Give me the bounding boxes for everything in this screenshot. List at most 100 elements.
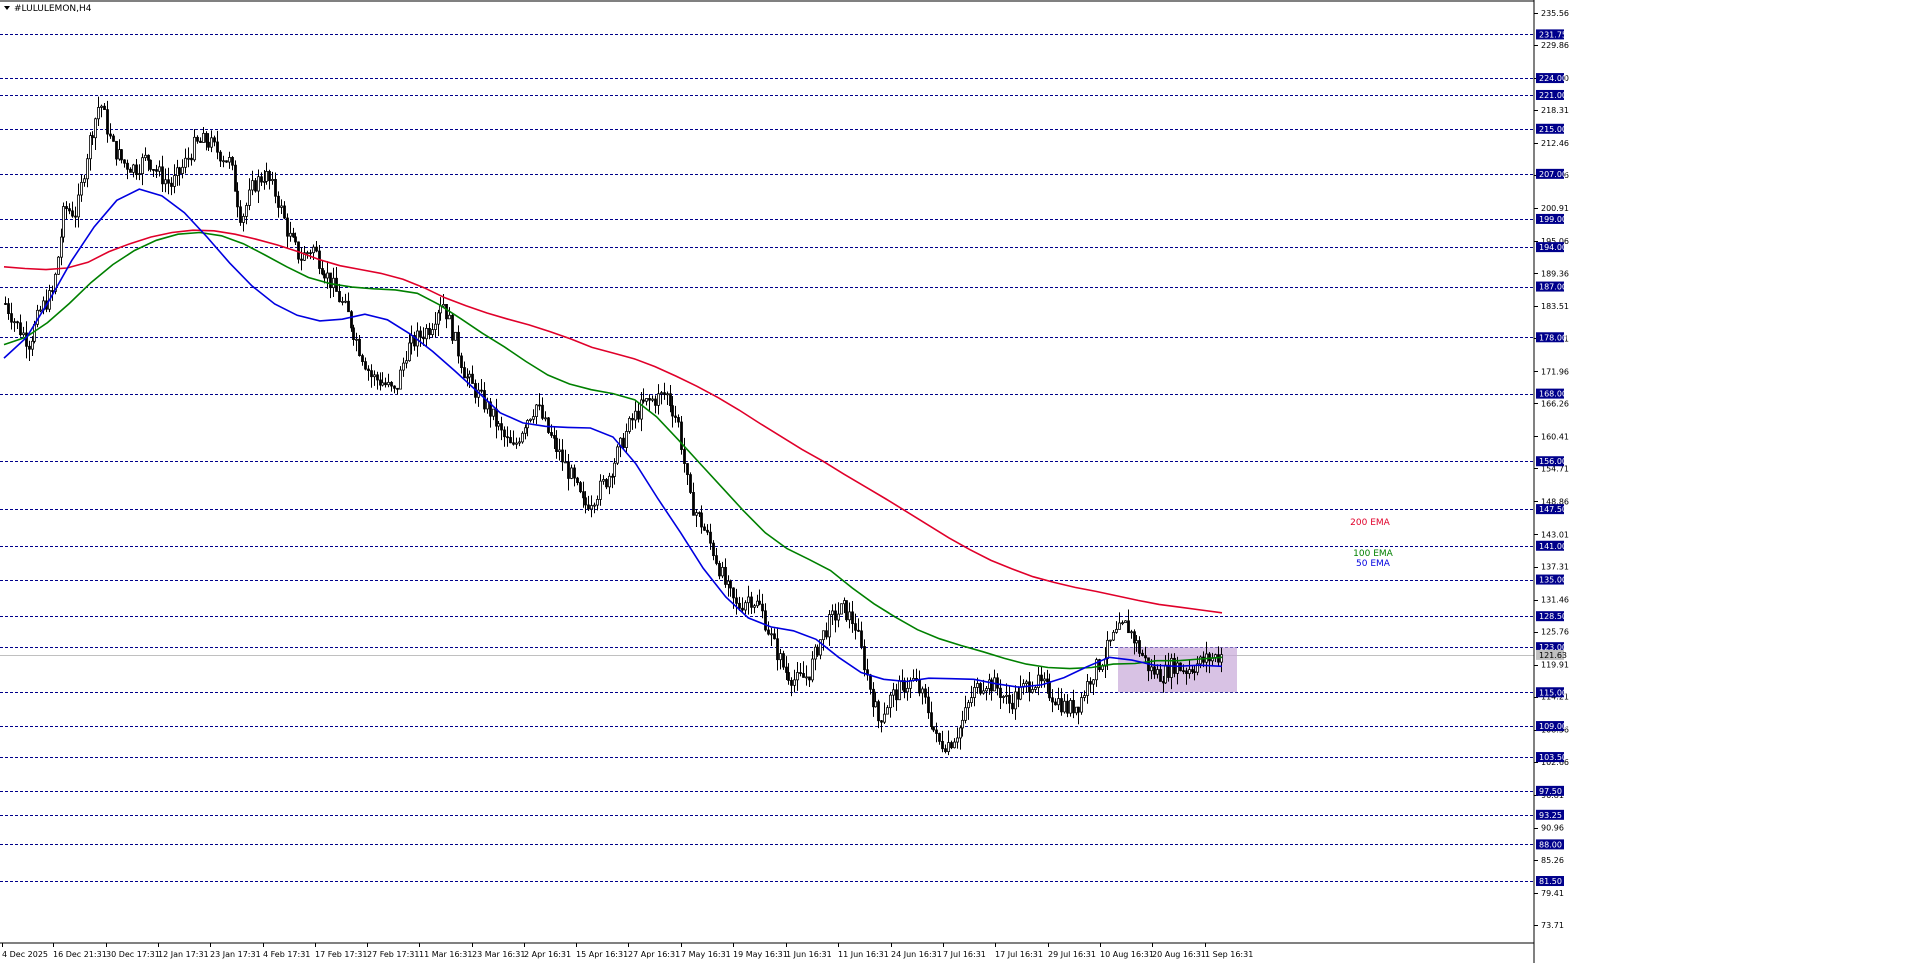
candle-body bbox=[616, 446, 619, 464]
candle-body bbox=[428, 327, 431, 335]
candle-body bbox=[718, 563, 721, 577]
candle-body bbox=[648, 398, 651, 401]
candle-body bbox=[19, 322, 22, 336]
candle-body bbox=[602, 479, 605, 482]
candle-body bbox=[22, 332, 25, 336]
candle-body bbox=[239, 206, 242, 223]
price-tick-label: 212.46 bbox=[1541, 139, 1569, 148]
candle-body bbox=[857, 629, 860, 632]
candle-body bbox=[947, 742, 950, 753]
time-tick-label: 7 Jul 16:31 bbox=[943, 950, 986, 959]
candle-body bbox=[437, 312, 440, 325]
time-tick-label: 23 Mar 16:31 bbox=[472, 950, 525, 959]
candle-body bbox=[234, 164, 237, 192]
time-tick-label: 17 Feb 17:31 bbox=[315, 950, 367, 959]
candle-body bbox=[970, 697, 973, 704]
candle-body bbox=[779, 653, 782, 661]
candle-body bbox=[373, 374, 376, 378]
candle-body bbox=[309, 252, 312, 255]
candle-body bbox=[83, 178, 86, 183]
candle-body bbox=[703, 526, 706, 531]
level-tag-label: 207.00 bbox=[1539, 170, 1567, 179]
candle-body bbox=[700, 512, 703, 528]
candle-body bbox=[471, 373, 474, 384]
chart-window[interactable]: 200 EMA 100 EMA50 EMA 235.56 229.86 224.00 2… bbox=[0, 0, 1916, 963]
candle-body bbox=[16, 321, 19, 324]
candle-body bbox=[950, 742, 953, 749]
candle-body bbox=[967, 702, 970, 709]
candle-body bbox=[840, 603, 843, 615]
candle-body bbox=[683, 449, 686, 464]
candle-body bbox=[512, 442, 515, 445]
candle-body bbox=[451, 314, 454, 341]
candle-body bbox=[431, 329, 434, 335]
candle-body bbox=[1130, 631, 1133, 634]
candle-body bbox=[1176, 662, 1179, 674]
candle-body bbox=[51, 290, 54, 292]
candle-body bbox=[120, 149, 123, 161]
candle-body bbox=[277, 195, 280, 208]
candle-body bbox=[338, 291, 341, 303]
candle-body bbox=[935, 729, 938, 734]
candle-body bbox=[1083, 695, 1086, 698]
candle-body bbox=[558, 449, 561, 452]
candle-body bbox=[770, 633, 773, 636]
candle-body bbox=[1008, 694, 1011, 704]
candle-body bbox=[251, 180, 254, 191]
candle-body bbox=[193, 136, 196, 161]
candle-body bbox=[657, 393, 660, 406]
candle-body bbox=[689, 474, 692, 493]
time-tick-label: 16 Dec 21:31 bbox=[53, 950, 107, 959]
level-tag-label: 224.00 bbox=[1539, 74, 1567, 83]
candle-body bbox=[845, 600, 848, 621]
candle-body bbox=[1069, 700, 1072, 714]
candle-body bbox=[213, 137, 216, 143]
time-tick-label: 30 Dec 17:31 bbox=[106, 950, 160, 959]
candle-body bbox=[115, 140, 118, 160]
candle-body bbox=[796, 672, 799, 681]
candle-body bbox=[103, 105, 106, 111]
candle-body bbox=[816, 646, 819, 656]
candle-body bbox=[390, 381, 393, 387]
candle-body bbox=[422, 336, 425, 340]
candlestick-chart[interactable]: 200 EMA 100 EMA50 EMA 235.56 229.86 224.00 2… bbox=[0, 0, 1916, 963]
chart-title-group[interactable]: #LULULEMON,H4 bbox=[4, 4, 92, 14]
candle-body bbox=[164, 179, 167, 185]
candle-body bbox=[709, 531, 712, 544]
candle-body bbox=[347, 300, 350, 313]
candle-body bbox=[1005, 694, 1008, 697]
level-tag-label: 194.00 bbox=[1539, 243, 1567, 252]
candle-body bbox=[178, 167, 181, 174]
candle-body bbox=[323, 273, 326, 279]
candle-body bbox=[961, 719, 964, 729]
candle-body bbox=[225, 160, 228, 163]
candle-body bbox=[497, 423, 500, 427]
price-tick-label: 200.91 bbox=[1541, 204, 1569, 213]
candle-body bbox=[880, 720, 883, 723]
candle-body bbox=[109, 133, 112, 137]
price-tick-label: 79.41 bbox=[1541, 889, 1564, 898]
time-tick-label: 24 Jun 16:31 bbox=[891, 950, 942, 959]
candle-body bbox=[625, 431, 628, 448]
candle-body bbox=[91, 135, 94, 139]
candle-body bbox=[773, 633, 776, 640]
candle-body bbox=[674, 415, 677, 418]
level-tag-label: 128.50 bbox=[1539, 612, 1567, 621]
candle-body bbox=[851, 611, 854, 625]
candle-body bbox=[1159, 669, 1162, 682]
candle-body bbox=[1080, 697, 1083, 713]
price-tick-label: 143.01 bbox=[1541, 530, 1569, 539]
price-tick-label: 218.31 bbox=[1541, 106, 1569, 115]
candle-body bbox=[906, 687, 909, 693]
candle-body bbox=[60, 236, 63, 258]
candle-body bbox=[358, 338, 361, 357]
price-tick-label: 85.26 bbox=[1541, 856, 1564, 865]
candle-body bbox=[425, 327, 428, 340]
candle-body bbox=[877, 701, 880, 722]
candle-body bbox=[1060, 698, 1063, 713]
candle-body bbox=[332, 277, 335, 289]
candle-body bbox=[666, 393, 669, 396]
candle-body bbox=[938, 733, 941, 742]
candle-body bbox=[68, 208, 71, 212]
candle-body bbox=[7, 303, 10, 315]
